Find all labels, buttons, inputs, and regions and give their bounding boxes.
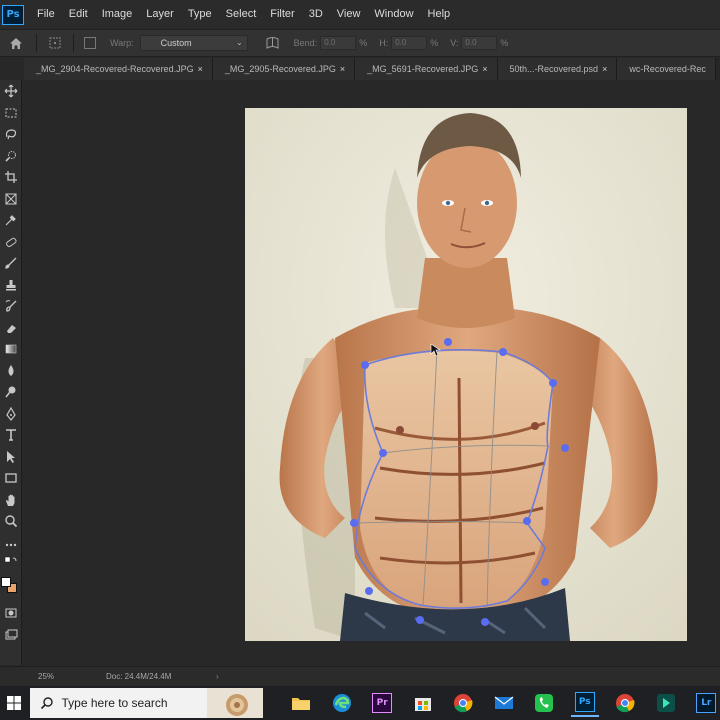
premiere-pro-icon[interactable]: Pr xyxy=(368,689,396,717)
foreground-color-swatch[interactable] xyxy=(1,577,11,587)
search-highlight-shell-icon xyxy=(207,688,264,718)
split-warp-icon[interactable] xyxy=(84,37,96,49)
reference-point-icon[interactable] xyxy=(47,35,63,51)
photo-image xyxy=(245,108,687,641)
screen-mode-icon[interactable] xyxy=(1,626,21,644)
h-percent: % xyxy=(430,38,439,48)
windows-taskbar: Type here to search Pr Ps Lr xyxy=(0,686,720,720)
lasso-tool-icon[interactable] xyxy=(1,125,21,143)
type-tool-icon[interactable] xyxy=(1,426,21,444)
menu-type[interactable]: Type xyxy=(181,0,219,29)
menu-select[interactable]: Select xyxy=(219,0,264,29)
clone-stamp-tool-icon[interactable] xyxy=(1,276,21,294)
document-canvas[interactable] xyxy=(245,108,687,641)
warp-style-value: Custom xyxy=(160,38,192,48)
tab-label: _MG_2904-Recovered-Recovered.JPG xyxy=(36,64,194,74)
more-tools-icon[interactable] xyxy=(1,536,21,554)
menu-image[interactable]: Image xyxy=(95,0,140,29)
v-percent: % xyxy=(500,38,509,48)
media-app-icon[interactable] xyxy=(652,689,680,717)
tools-panel xyxy=(0,80,22,665)
warp-orientation-icon[interactable] xyxy=(264,34,282,52)
mail-icon[interactable] xyxy=(490,689,518,717)
tab-document-3[interactable]: _MG_5691-Recovered.JPG × xyxy=(355,58,498,80)
hand-tool-icon[interactable] xyxy=(1,491,21,509)
h-label: H: xyxy=(379,38,389,48)
dodge-tool-icon[interactable] xyxy=(1,383,21,401)
status-bar: 25% Doc: 24.4M/24.4M › xyxy=(0,666,720,686)
v-distortion-field[interactable]: 0.0 xyxy=(461,36,498,50)
windows-start-icon[interactable] xyxy=(0,686,28,720)
menu-bar: Ps File Edit Image Layer Type Select Fil… xyxy=(0,0,720,29)
eyedropper-tool-icon[interactable] xyxy=(1,211,21,229)
close-icon[interactable]: × xyxy=(602,64,607,74)
tab-label: _MG_5691-Recovered.JPG xyxy=(367,64,479,74)
pen-tool-icon[interactable] xyxy=(1,405,21,423)
document-size-info: Doc: 24.4M/24.4M xyxy=(106,672,172,681)
menu-filter[interactable]: Filter xyxy=(263,0,301,29)
marquee-tool-icon[interactable] xyxy=(1,104,21,122)
status-menu-arrow-icon[interactable]: › xyxy=(216,672,219,681)
tab-document-2[interactable]: _MG_2905-Recovered.JPG × xyxy=(212,58,356,80)
lightroom-icon[interactable]: Lr xyxy=(693,689,720,717)
taskbar-search-input[interactable]: Type here to search xyxy=(29,688,264,718)
chevron-down-icon: ⌄ xyxy=(235,38,243,47)
file-explorer-icon[interactable] xyxy=(287,689,315,717)
close-icon[interactable]: × xyxy=(340,64,345,74)
menu-3d[interactable]: 3D xyxy=(302,0,330,29)
search-placeholder: Type here to search xyxy=(61,696,168,710)
close-icon[interactable]: × xyxy=(482,64,487,74)
crop-tool-icon[interactable] xyxy=(1,168,21,186)
menu-window[interactable]: Window xyxy=(367,0,420,29)
menu-layer[interactable]: Layer xyxy=(139,0,181,29)
options-bar: Warp: Custom ⌄ Bend: 0.0 % H: 0.0 % V: 0… xyxy=(0,29,720,57)
v-label: V: xyxy=(450,38,459,48)
tab-label: 50th...-Recovered.psd xyxy=(509,64,599,74)
photoshop-taskbar-icon[interactable]: Ps xyxy=(570,689,599,717)
close-icon[interactable]: × xyxy=(198,64,203,74)
menu-edit[interactable]: Edit xyxy=(62,0,95,29)
chrome-window-icon[interactable] xyxy=(612,689,640,717)
quick-mask-icon[interactable] xyxy=(1,604,21,622)
healing-brush-tool-icon[interactable] xyxy=(1,233,21,251)
tab-document-4[interactable]: 50th...-Recovered.psd × xyxy=(497,58,618,80)
menu-view[interactable]: View xyxy=(330,0,368,29)
document-tabs: _MG_2904-Recovered-Recovered.JPG × _MG_29… xyxy=(24,58,720,80)
divider xyxy=(73,34,74,52)
menu-help[interactable]: Help xyxy=(421,0,458,29)
home-icon[interactable] xyxy=(6,33,26,53)
brush-tool-icon[interactable] xyxy=(1,254,21,272)
store-icon[interactable] xyxy=(409,689,437,717)
tab-document-5[interactable]: wc-Recovered-Rec xyxy=(617,58,716,80)
phone-app-icon[interactable] xyxy=(530,689,558,717)
tab-label: wc-Recovered-Rec xyxy=(629,64,706,74)
photoshop-logo-icon: Ps xyxy=(2,4,24,25)
eraser-tool-icon[interactable] xyxy=(1,319,21,337)
bend-field[interactable]: 0.0 xyxy=(320,36,357,50)
search-icon xyxy=(40,697,53,710)
menu-file[interactable]: File xyxy=(30,0,62,29)
divider xyxy=(36,34,37,52)
frame-tool-icon[interactable] xyxy=(1,190,21,208)
history-brush-tool-icon[interactable] xyxy=(1,297,21,315)
bend-label: Bend: xyxy=(293,38,318,48)
quick-select-tool-icon[interactable] xyxy=(1,147,21,165)
edge-browser-icon[interactable] xyxy=(328,689,356,717)
path-selection-tool-icon[interactable] xyxy=(1,448,21,466)
rectangle-tool-icon[interactable] xyxy=(1,469,21,487)
move-tool-icon[interactable] xyxy=(1,82,21,100)
warp-style-select[interactable]: Custom ⌄ xyxy=(139,35,248,51)
blur-tool-icon[interactable] xyxy=(1,362,21,380)
warp-label: Warp: xyxy=(110,38,134,48)
h-distortion-field[interactable]: 0.0 xyxy=(391,36,428,50)
chrome-browser-icon[interactable] xyxy=(449,689,477,717)
zoom-tool-icon[interactable] xyxy=(1,512,21,530)
tab-document-1[interactable]: _MG_2904-Recovered-Recovered.JPG × xyxy=(24,58,213,80)
zoom-level[interactable]: 25% xyxy=(38,672,78,681)
default-colors-icon[interactable] xyxy=(1,556,21,570)
tab-label: _MG_2905-Recovered.JPG xyxy=(224,64,336,74)
gradient-tool-icon[interactable] xyxy=(1,340,21,358)
bend-percent: % xyxy=(359,38,368,48)
